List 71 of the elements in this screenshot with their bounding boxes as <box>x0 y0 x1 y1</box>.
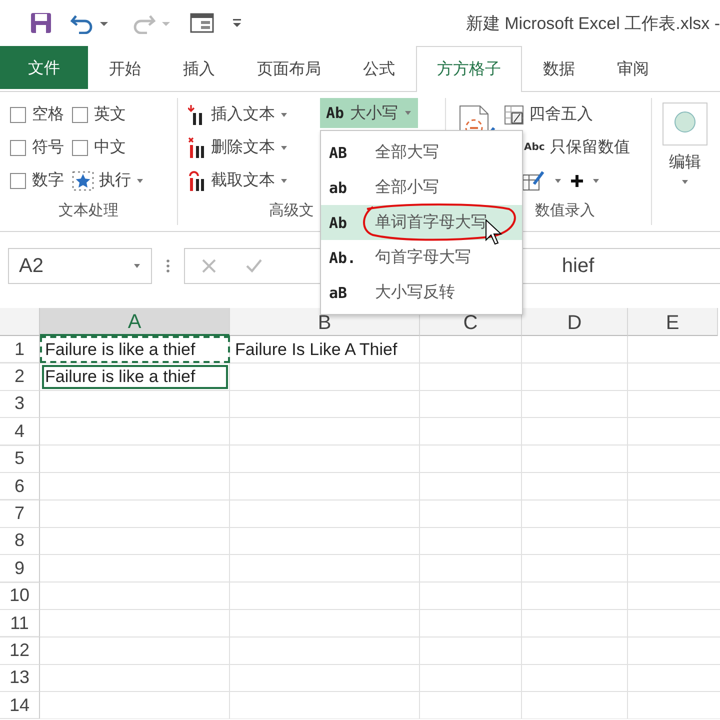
group-label: 数值录入 <box>535 201 595 221</box>
ribbon-button[interactable]: 插入文本 <box>188 98 288 131</box>
customize-icon[interactable] <box>232 18 242 28</box>
row-header[interactable]: 2 <box>0 363 40 391</box>
menu-item[interactable]: AB 全部大写 <box>321 135 522 170</box>
checkbox[interactable] <box>72 140 88 156</box>
menu-item[interactable]: ab 全部小写 <box>321 170 522 205</box>
caret-icon <box>681 179 689 185</box>
delete-text-icon <box>188 136 206 158</box>
row-header[interactable]: 1 <box>0 336 40 364</box>
extract-text-icon <box>188 170 206 192</box>
checkbox[interactable] <box>72 106 88 122</box>
caret-icon <box>280 144 288 150</box>
row-header[interactable]: 9 <box>0 555 40 583</box>
group-label: 高级文 <box>268 201 314 221</box>
more-icon[interactable] <box>166 259 170 273</box>
window-title: 新建 Microsoft Excel 工作表.xlsx - <box>466 12 720 34</box>
row-header[interactable]: 5 <box>0 446 40 473</box>
row-header[interactable]: 10 <box>0 582 40 610</box>
ribbon-tab[interactable]: 方方格子 <box>416 46 522 92</box>
case-button[interactable]: Ab 大小写 <box>320 98 418 128</box>
row-header[interactable]: 4 <box>0 418 40 446</box>
checkbox-label: 英文 <box>94 104 126 125</box>
table-edit-icon[interactable] <box>522 170 546 192</box>
run-button[interactable]: 执行 <box>72 164 144 197</box>
checkbox-label: 中文 <box>94 137 126 158</box>
menu-item[interactable]: Ab. 句首字母大写 <box>321 240 522 275</box>
row-header[interactable]: 12 <box>0 637 40 665</box>
percent-icon <box>504 104 524 124</box>
checkbox[interactable] <box>10 106 26 122</box>
group-label: 文本处理 <box>58 201 120 221</box>
checkbox-label: 符号 <box>32 137 64 158</box>
checkbox[interactable] <box>10 140 26 156</box>
ribbon-button[interactable]: 删除文本 <box>188 131 288 164</box>
plus-icon[interactable] <box>570 174 584 188</box>
file-tab[interactable]: 文件 <box>0 46 88 89</box>
ribbon-button[interactable]: 截取文本 <box>188 164 288 197</box>
form-icon[interactable] <box>190 13 214 33</box>
row-header[interactable]: 14 <box>0 692 40 720</box>
column-header[interactable]: A <box>40 308 230 336</box>
abc-icon: Abc <box>524 142 545 153</box>
menu-item[interactable]: aB 大小写反转 <box>321 275 522 310</box>
caret-icon[interactable] <box>554 178 562 184</box>
save-icon[interactable] <box>30 12 52 34</box>
row-header[interactable]: 6 <box>0 472 40 500</box>
ribbon-button[interactable]: Abc 只保留数值 <box>524 131 630 164</box>
row-header[interactable]: 3 <box>0 390 40 418</box>
caret-icon <box>136 178 144 184</box>
row-header[interactable]: 8 <box>0 528 40 556</box>
table-cell: Failure is like a thief <box>40 363 230 391</box>
caret-icon <box>280 178 288 184</box>
table-cell: Failure is like a thief <box>40 336 230 364</box>
ribbon-button[interactable]: 四舍五入 <box>504 98 630 131</box>
checkbox-label: 空格 <box>32 104 64 125</box>
checkbox-label: 数字 <box>32 170 64 191</box>
caret-icon <box>133 263 141 269</box>
caret-icon[interactable] <box>592 178 600 184</box>
checkbox[interactable] <box>10 172 26 188</box>
row-header[interactable]: 7 <box>0 500 40 528</box>
edit-button[interactable]: 编辑 <box>658 102 712 185</box>
check-icon[interactable] <box>245 258 263 274</box>
caret-icon <box>404 110 412 116</box>
close-icon[interactable] <box>201 258 217 274</box>
row-header[interactable]: 13 <box>0 664 40 692</box>
cursor-icon <box>485 219 503 245</box>
table-cell-text: Failure Is Like A Thief <box>234 338 398 361</box>
row-header[interactable]: 11 <box>0 610 40 638</box>
column-header[interactable]: D <box>522 308 628 336</box>
caret-icon <box>280 112 288 118</box>
column-header[interactable]: E <box>628 308 718 336</box>
name-box[interactable]: A2 <box>8 248 152 284</box>
